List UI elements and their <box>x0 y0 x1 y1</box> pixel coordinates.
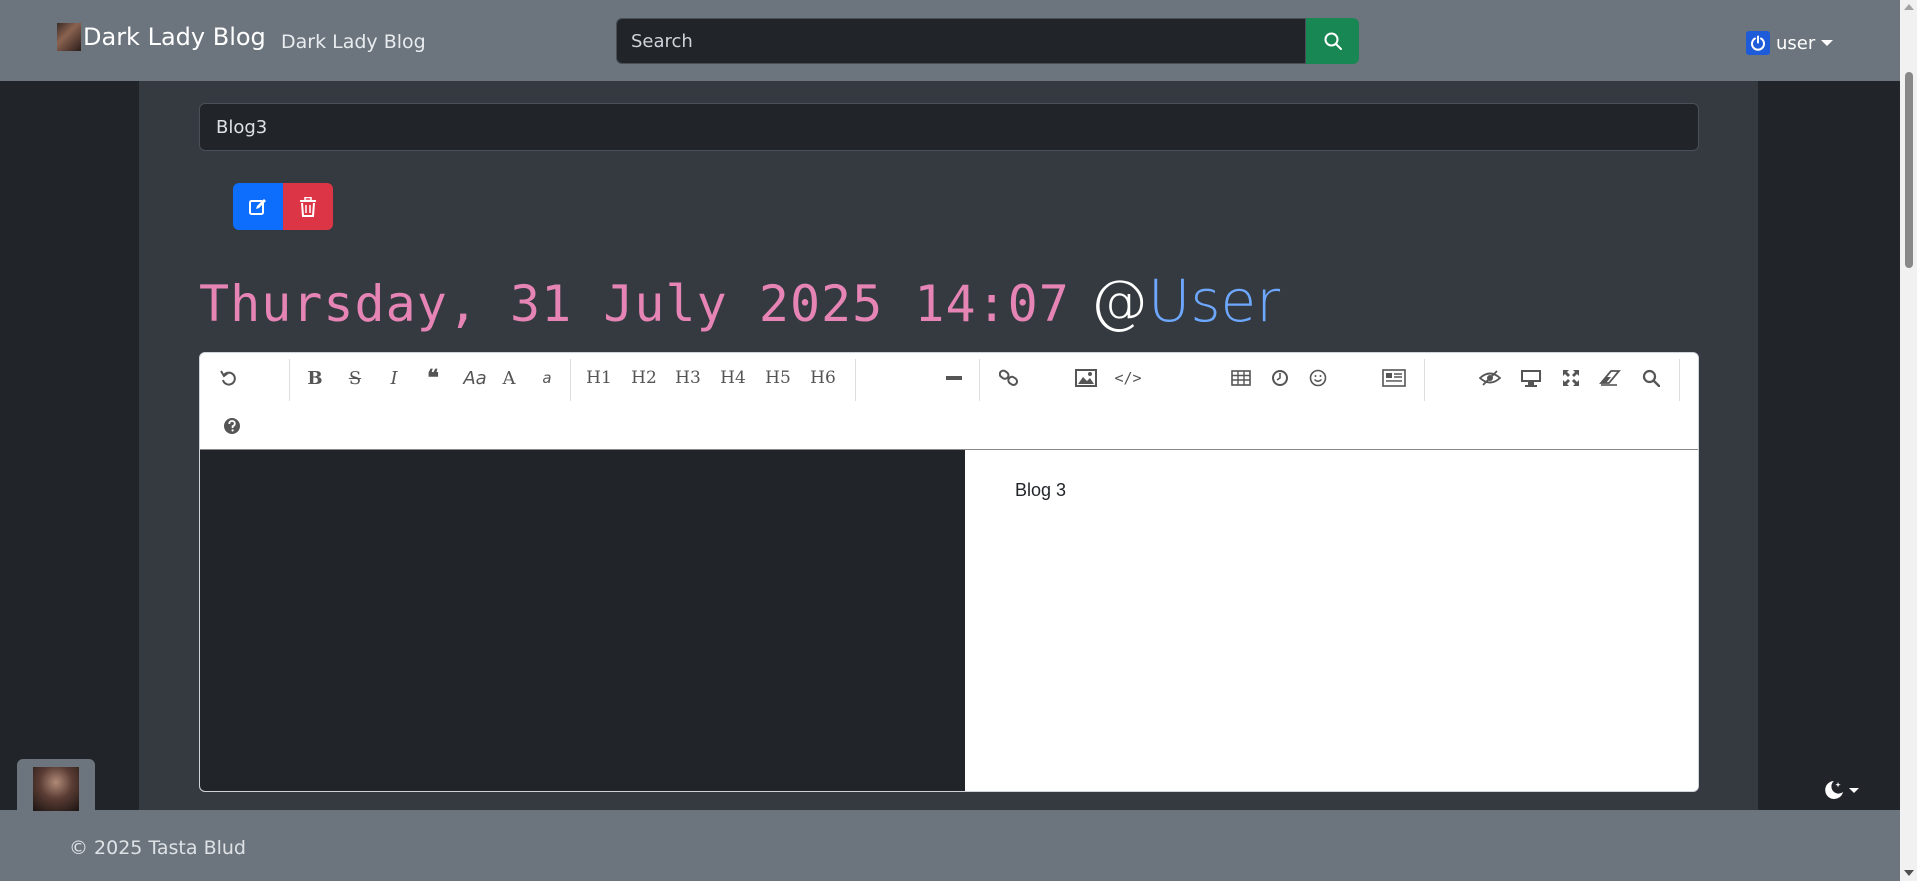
brand-logo <box>57 23 81 51</box>
markdown-editor: B S I ❝ Aa A a H1 H2 H3 H4 H5 H6 </> Blo… <box>199 352 1699 792</box>
quote-icon[interactable]: ❝ <box>420 365 446 391</box>
brand-text: Dark Lady Blog <box>83 23 266 51</box>
hide-preview-icon[interactable] <box>1477 365 1503 391</box>
post-actions <box>233 183 333 230</box>
power-icon <box>1746 31 1770 55</box>
table-icon[interactable] <box>1228 365 1254 391</box>
preview-text: Blog 3 <box>1015 480 1067 500</box>
watch-icon[interactable] <box>1518 365 1544 391</box>
code-icon[interactable]: </> <box>1112 365 1144 391</box>
user-dropdown[interactable]: user <box>1746 31 1834 55</box>
edit-button[interactable] <box>233 183 283 230</box>
heading-4-label: H4 <box>720 368 746 388</box>
image-icon[interactable] <box>1073 365 1099 391</box>
bold-icon[interactable]: B <box>302 365 328 391</box>
search-button[interactable] <box>1306 18 1359 64</box>
link-icon[interactable] <box>996 365 1022 391</box>
post-date: Thursday, 31 July 2025 14:07 <box>199 275 1070 333</box>
clear-icon[interactable] <box>1597 365 1623 391</box>
scroll-up-arrow-icon[interactable] <box>1904 4 1914 10</box>
uppercase-icon[interactable]: Aa <box>458 365 492 391</box>
heading-6-label: H6 <box>810 368 836 388</box>
top-navbar: Dark Lady Blog Dark Lady Blog user <box>0 0 1900 81</box>
avatar[interactable] <box>17 759 95 811</box>
help-icon[interactable] <box>219 413 245 439</box>
brand-link[interactable]: Dark Lady Blog <box>57 23 266 51</box>
heading-2-button[interactable]: H2 <box>627 365 661 391</box>
post-meta: Thursday, 31 July 2025 14:07 @ User <box>199 267 1280 335</box>
fullscreen-icon[interactable] <box>1558 365 1584 391</box>
post-author[interactable]: User <box>1148 267 1280 335</box>
editor-toolbar: B S I ❝ Aa A a H1 H2 H3 H4 H5 H6 </> <box>200 353 1698 450</box>
copyright-text: © 2025 Tasta Blud <box>69 837 246 859</box>
search-input[interactable] <box>616 18 1306 64</box>
page-footer: © 2025 Tasta Blud <box>0 810 1900 881</box>
scroll-thumb[interactable] <box>1905 72 1913 268</box>
heading-4-button[interactable]: H4 <box>716 365 750 391</box>
markdown-preview-pane: Blog 3 <box>965 450 1698 791</box>
scrollbar[interactable] <box>1900 0 1917 881</box>
undo-icon[interactable] <box>216 365 242 391</box>
theme-toggle[interactable] <box>1823 779 1859 801</box>
strikethrough-icon[interactable]: S <box>342 365 368 391</box>
heading-1-button[interactable]: H1 <box>582 365 616 391</box>
post-title-input[interactable] <box>199 103 1699 151</box>
chevron-down-icon <box>1821 40 1834 46</box>
datetime-icon[interactable] <box>1267 365 1293 391</box>
avatar-image <box>33 767 79 811</box>
heading-6-button[interactable]: H6 <box>806 365 840 391</box>
markdown-source-pane[interactable] <box>200 450 965 791</box>
heading-5-button[interactable]: H5 <box>761 365 795 391</box>
search-icon[interactable] <box>1638 365 1664 391</box>
user-name: user <box>1776 32 1816 54</box>
moon-stars-icon <box>1825 781 1843 799</box>
delete-button[interactable] <box>283 183 333 230</box>
hr-icon[interactable] <box>941 365 967 391</box>
heading-2-label: H2 <box>631 368 657 388</box>
trash-icon <box>300 196 316 217</box>
lowercase-icon[interactable]: a <box>534 365 560 391</box>
nav-link-home[interactable]: Dark Lady Blog <box>281 31 426 53</box>
chevron-down-icon <box>1849 787 1859 793</box>
heading-1-label: H1 <box>586 368 612 388</box>
emoji-icon[interactable] <box>1305 365 1331 391</box>
italic-icon[interactable]: I <box>381 365 407 391</box>
scroll-down-arrow-icon[interactable] <box>1904 870 1914 876</box>
font-size-icon[interactable]: A <box>496 365 522 391</box>
heading-3-label: H3 <box>675 368 701 388</box>
heading-3-button[interactable]: H3 <box>671 365 705 391</box>
search-form <box>616 18 1359 64</box>
search-icon <box>1324 32 1342 50</box>
html-entities-icon[interactable] <box>1380 365 1408 391</box>
edit-icon <box>249 198 266 215</box>
at-symbol: @ <box>1089 267 1148 335</box>
heading-5-label: H5 <box>765 368 791 388</box>
